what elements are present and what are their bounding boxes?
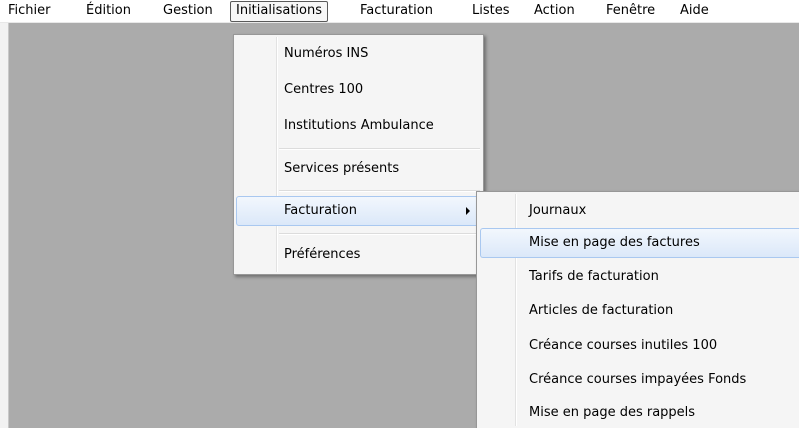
- menu-item-label: Articles de facturation: [529, 303, 674, 318]
- menu-item-preferences[interactable]: Préférences: [236, 240, 481, 270]
- menu-item-label: Préférences: [284, 247, 361, 262]
- facturation-submenu: Journaux Mise en page des factures Tarif…: [476, 191, 799, 428]
- menu-item-label: Créance courses inutiles 100: [529, 338, 718, 353]
- menu-gestion[interactable]: Gestion: [163, 0, 213, 22]
- menu-fichier[interactable]: Fichier: [8, 0, 51, 22]
- menu-item-creance-courses-inutiles[interactable]: Créance courses inutiles 100: [479, 331, 797, 361]
- menu-item-label: Créance courses impayées Fonds: [529, 372, 747, 387]
- initialisations-menu: Numéros INS Centres 100 Institutions Amb…: [233, 34, 484, 275]
- menu-separator: [279, 148, 480, 150]
- menu-item-journaux[interactable]: Journaux: [479, 196, 797, 226]
- menu-item-label: Institutions Ambulance: [284, 118, 434, 133]
- menu-separator: [279, 233, 480, 235]
- menu-initialisations[interactable]: Initialisations: [230, 1, 328, 22]
- menu-item-services-presents[interactable]: Services présents: [236, 154, 481, 184]
- window-frame-left: [0, 22, 8, 428]
- menu-item-tarifs-de-facturation[interactable]: Tarifs de facturation: [479, 262, 797, 292]
- menu-item-facturation[interactable]: Facturation: [236, 196, 481, 226]
- menu-item-label: Mise en page des rappels: [529, 405, 696, 420]
- menu-item-label: Numéros INS: [284, 46, 369, 61]
- menu-separator: [279, 190, 480, 192]
- menu-item-label: Tarifs de facturation: [529, 269, 659, 284]
- menu-item-label: Facturation: [284, 203, 357, 218]
- menu-item-mise-en-page-des-rappels[interactable]: Mise en page des rappels: [479, 398, 797, 428]
- submenu-arrow-icon: [466, 207, 470, 215]
- window-frame-edge: [8, 22, 9, 428]
- menu-item-articles-de-facturation[interactable]: Articles de facturation: [479, 296, 797, 326]
- menu-item-institutions-ambulance[interactable]: Institutions Ambulance: [236, 111, 481, 141]
- menu-listes[interactable]: Listes: [472, 0, 510, 22]
- menu-action[interactable]: Action: [534, 0, 575, 22]
- menu-item-label: Journaux: [529, 203, 587, 218]
- menu-item-mise-en-page-des-factures[interactable]: Mise en page des factures: [480, 228, 799, 258]
- menu-item-label: Mise en page des factures: [529, 235, 700, 250]
- menu-item-label: Services présents: [284, 161, 400, 176]
- menu-fenetre[interactable]: Fenêtre: [606, 0, 655, 22]
- menu-item-label: Centres 100: [284, 82, 364, 97]
- menu-aide[interactable]: Aide: [680, 0, 709, 22]
- menu-edition[interactable]: Édition: [86, 0, 131, 22]
- menu-bar: Fichier Édition Gestion Initialisations …: [0, 0, 799, 23]
- menu-item-creance-courses-impayees[interactable]: Créance courses impayées Fonds: [479, 365, 797, 395]
- menu-facturation[interactable]: Facturation: [360, 0, 433, 22]
- menu-item-numeros-ins[interactable]: Numéros INS: [236, 39, 481, 69]
- menu-item-centres-100[interactable]: Centres 100: [236, 75, 481, 105]
